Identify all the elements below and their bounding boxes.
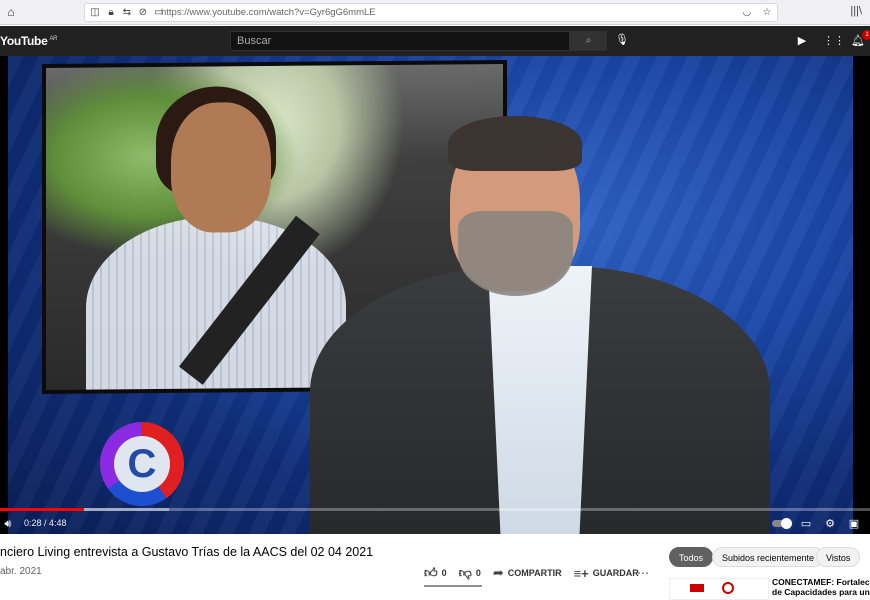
playlist-add-icon: ≡+ xyxy=(573,565,589,581)
address-bar[interactable]: ◫ 🔒︎ ⇆ ⊘ ▭ https://www.youtube.com/watch… xyxy=(84,3,778,22)
search-icon[interactable]: ⌕ xyxy=(570,31,607,51)
time-display: 0:28 / 4:48 xyxy=(24,518,67,528)
autoplay-knob xyxy=(781,518,792,529)
save-button[interactable]: ≡+ GUARDAR xyxy=(574,566,639,581)
shield-icon[interactable]: ◫ xyxy=(89,6,101,19)
recommended-thumbnail[interactable] xyxy=(669,578,769,600)
man-beard xyxy=(458,211,573,296)
block-icon[interactable]: ⊘ xyxy=(137,6,149,19)
man-hair xyxy=(448,116,582,171)
volume-icon[interactable]: 🔊︎ xyxy=(0,516,16,532)
video-date: abr. 2021 xyxy=(0,566,42,577)
video-title: nciero Living entrevista a Gustavo Trías… xyxy=(0,545,374,559)
chip-recent-uploads[interactable]: Subidos recientemente xyxy=(712,547,825,567)
autoplay-toggle[interactable] xyxy=(772,518,792,529)
dislike-button[interactable]: 👎︎ 0 xyxy=(459,565,481,581)
microphone-icon[interactable]: 🎙︎ xyxy=(615,33,629,49)
miniplayer-icon[interactable]: ▣ xyxy=(846,516,862,532)
youtube-logo[interactable]: YouTube AR xyxy=(0,34,57,48)
like-count: 0 xyxy=(441,568,447,578)
sentiment-bar xyxy=(424,585,482,587)
browser-toolbar: ⌂ ◫ 🔒︎ ⇆ ⊘ ▭ https://www.youtube.com/wat… xyxy=(0,0,870,25)
progress-played xyxy=(0,508,85,511)
library-icon[interactable]: |||\ xyxy=(850,5,862,17)
recommended-title[interactable]: CONECTAMEF: Fortalecim de Capacidades pa… xyxy=(772,577,870,597)
logo-text: YouTube xyxy=(0,34,48,48)
subtitles-icon[interactable]: ▭ xyxy=(798,516,814,532)
video-actions: 👍︎ 0 👎︎ 0 ➦ COMPARTIR ≡+ GUARDAR xyxy=(424,565,651,581)
search-input[interactable]: Buscar xyxy=(230,31,570,51)
apps-grid-icon[interactable]: ⋮⋮ xyxy=(823,34,845,48)
thumbs-down-icon: 👎︎ xyxy=(458,565,472,580)
thumbnail-logo-flag xyxy=(690,584,704,592)
thumbs-up-icon: 👍︎ xyxy=(424,565,438,580)
share-arrow-icon: ➦ xyxy=(492,565,504,580)
channel-logo: C xyxy=(100,422,184,506)
lock-icon[interactable]: 🔒︎ xyxy=(105,6,117,19)
save-label: GUARDAR xyxy=(592,568,639,578)
create-video-icon[interactable]: ▶︎ xyxy=(795,34,809,48)
settings-gear-icon[interactable]: ⚙︎ xyxy=(822,516,838,532)
like-button[interactable]: 👍︎ 0 xyxy=(424,565,447,581)
total-time: 4:48 xyxy=(49,518,67,528)
chip-watched[interactable]: Vistos xyxy=(816,547,861,567)
notification-badge: 1 xyxy=(862,30,870,40)
youtube-header: YouTube AR Buscar ⌕ 🎙︎ ▶︎ ⋮⋮ 🔔︎ xyxy=(0,26,870,56)
woman-face xyxy=(171,102,271,233)
thumbnail-logo-circle xyxy=(722,582,734,594)
video-player[interactable]: C 🔊︎ 0:28 / 4:48 ▭ ⚙︎ ▣ xyxy=(0,56,870,534)
more-options-icon[interactable]: ⋯ xyxy=(637,566,649,580)
dislike-count: 0 xyxy=(475,568,481,578)
pocket-icon[interactable]: ◡ xyxy=(741,6,753,19)
url-text[interactable]: https://www.youtube.com/watch?v=Gyr6gG6m… xyxy=(161,7,376,18)
bookmark-star-icon[interactable]: ☆ xyxy=(761,6,773,19)
chip-todos[interactable]: Todos xyxy=(669,547,714,567)
progress-bar[interactable] xyxy=(0,508,870,511)
share-label: COMPARTIR xyxy=(507,568,562,578)
player-controls: 🔊︎ 0:28 / 4:48 ▭ ⚙︎ ▣ xyxy=(0,514,870,534)
home-icon[interactable]: ⌂ xyxy=(4,5,18,19)
current-time: 0:28 xyxy=(24,518,42,528)
recommended-title-line1: CONECTAMEF: Fortalecim xyxy=(772,577,870,587)
channel-logo-letter: C xyxy=(114,436,170,492)
share-button[interactable]: ➦ COMPARTIR xyxy=(493,565,562,581)
region-code: AR xyxy=(49,36,58,42)
interviewee xyxy=(300,116,780,534)
recommended-title-line2: de Capacidades para un G xyxy=(772,587,870,597)
permissions-icon[interactable]: ⇆ xyxy=(121,6,133,19)
